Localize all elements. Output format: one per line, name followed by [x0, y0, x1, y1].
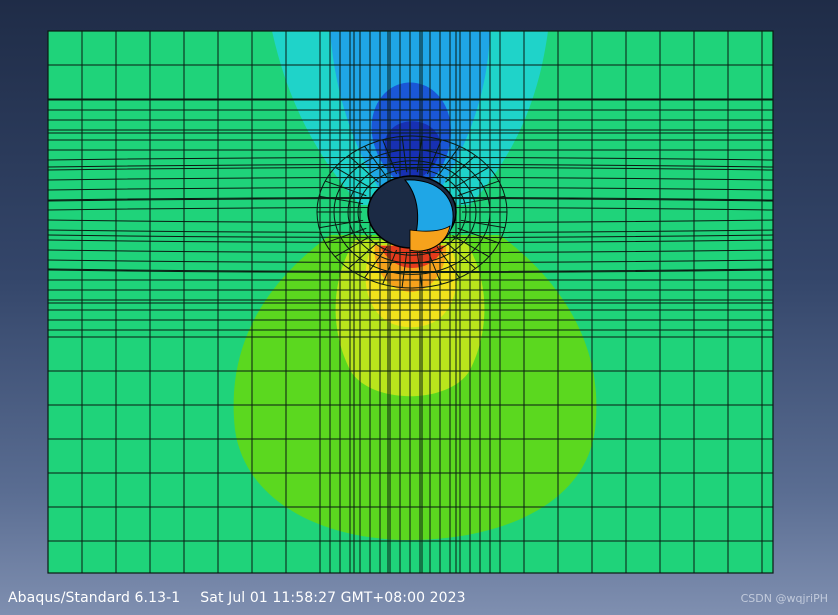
contour-plot[interactable]	[0, 0, 838, 615]
solver-version: Abaqus/Standard 6.13-1	[8, 590, 181, 606]
job-timestamp: Sat Jul 01 11:58:27 GMT+08:00 2023	[200, 590, 466, 606]
watermark: CSDN @wqjriPH	[740, 592, 828, 605]
status-bar: Abaqus/Standard 6.13-1 Sat Jul 01 11:58:2…	[8, 590, 466, 606]
viewport[interactable]: Abaqus/Standard 6.13-1 Sat Jul 01 11:58:2…	[0, 0, 838, 615]
fe-model	[48, 31, 773, 573]
